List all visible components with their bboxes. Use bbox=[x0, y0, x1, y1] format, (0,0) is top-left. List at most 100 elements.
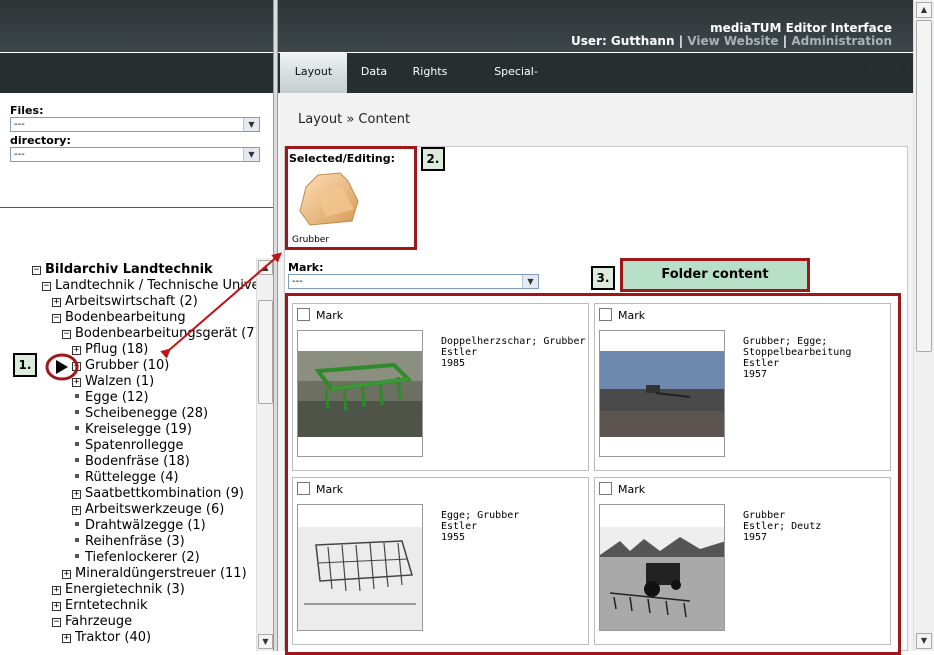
mark-label: Mark bbox=[618, 483, 646, 496]
tree-item[interactable]: + Pflug (18) bbox=[72, 342, 148, 358]
tree-item[interactable]: Scheibenegge (28) bbox=[72, 406, 208, 422]
tree-item[interactable]: + Saatbettkombination (9) bbox=[72, 486, 244, 502]
left-divider bbox=[0, 207, 273, 208]
item-thumbnail[interactable] bbox=[297, 504, 423, 631]
mark-checkbox[interactable] bbox=[599, 482, 612, 495]
folder-content-grid: Mark Doppelherzschar; Grubber Estler 198… bbox=[285, 293, 901, 655]
collapse-icon[interactable]: − bbox=[32, 266, 41, 275]
breadcrumb: Layout » Content bbox=[298, 112, 411, 127]
scroll-up-icon[interactable]: ▲ bbox=[916, 2, 932, 18]
expand-icon[interactable]: + bbox=[52, 586, 61, 595]
expand-icon[interactable]: + bbox=[72, 490, 81, 499]
item-thumbnail[interactable] bbox=[297, 330, 423, 457]
expand-icon[interactable]: + bbox=[62, 570, 71, 579]
scroll-thumb[interactable] bbox=[258, 300, 273, 404]
collapse-icon[interactable]: − bbox=[52, 314, 61, 323]
tree-item[interactable]: − Fahrzeuge bbox=[52, 614, 132, 630]
tree-item[interactable]: Spatenrollegge bbox=[72, 438, 184, 454]
collapse-icon[interactable]: − bbox=[62, 330, 71, 339]
mark-checkbox[interactable] bbox=[297, 308, 310, 321]
callout-2-badge: 2. bbox=[421, 147, 445, 171]
folder-icon[interactable] bbox=[296, 169, 366, 229]
tree-item[interactable]: + Mineraldüngerstreuer (11) bbox=[62, 566, 247, 582]
photo-image bbox=[600, 527, 724, 630]
left-toolbar-bar bbox=[0, 53, 273, 93]
collapse-icon[interactable]: − bbox=[42, 282, 51, 291]
administration-link[interactable]: Administration bbox=[791, 34, 892, 48]
mark-select[interactable]: --- ▼ bbox=[288, 274, 539, 289]
expand-icon[interactable]: + bbox=[62, 634, 71, 643]
tree-item[interactable]: + Arbeitswerkzeuge (6) bbox=[72, 502, 224, 518]
tree-item-label: Egge (12) bbox=[85, 390, 149, 405]
item-thumbnail[interactable] bbox=[599, 330, 725, 457]
chevron-down-icon[interactable]: ▼ bbox=[243, 148, 259, 161]
tree-item[interactable]: Egge (12) bbox=[72, 390, 149, 406]
tree-item[interactable]: + Erntetechnik bbox=[52, 598, 148, 614]
tree-item-label: Energietechnik (3) bbox=[65, 582, 185, 597]
tree-item[interactable]: + Arbeitswirtschaft (2) bbox=[52, 294, 198, 310]
tree-item-label: Drahtwälzegge (1) bbox=[85, 518, 206, 533]
bullet-icon bbox=[75, 474, 79, 478]
left-header-bar bbox=[0, 0, 273, 52]
bullet-icon bbox=[75, 522, 79, 526]
files-select[interactable]: --- ▼ bbox=[10, 117, 260, 132]
tree-item[interactable]: Kreiselegge (19) bbox=[72, 422, 192, 438]
photo-image bbox=[600, 351, 724, 437]
tree-item[interactable]: − Bodenbearbeitungsgerät (7) bbox=[62, 326, 256, 342]
tree-item[interactable]: Rüttelegge (4) bbox=[72, 470, 179, 486]
tab-special-functions[interactable]: Special-functions bbox=[470, 53, 562, 116]
tree-item-label: Bildarchiv Landtechnik bbox=[45, 262, 213, 277]
content-item[interactable]: Mark Grubber; Egge; Stoppelbearbeitung E… bbox=[594, 303, 891, 471]
tree-item-label: Scheibenegge (28) bbox=[85, 406, 209, 421]
tree-item[interactable]: + Grubber (10) bbox=[72, 358, 169, 374]
tree-item[interactable]: Reihenfräse (3) bbox=[72, 534, 185, 550]
tree-item[interactable]: Tiefenlockerer (2) bbox=[72, 550, 200, 566]
view-website-link[interactable]: View Website bbox=[687, 34, 778, 48]
content-item[interactable]: Mark Grubber Estler; Deutz 1957 bbox=[594, 477, 891, 645]
scroll-down-icon[interactable]: ▼ bbox=[258, 634, 273, 649]
bullet-icon bbox=[75, 442, 79, 446]
expand-icon[interactable]: + bbox=[52, 602, 61, 611]
tree-item[interactable]: − Bodenbearbeitung bbox=[52, 310, 186, 326]
separator: | bbox=[678, 34, 684, 48]
chevron-down-icon[interactable]: ▼ bbox=[522, 275, 538, 288]
collapse-icon[interactable]: − bbox=[52, 618, 61, 627]
tree-item[interactable]: Drahtwälzegge (1) bbox=[72, 518, 206, 534]
folder-content-label: Folder content bbox=[620, 258, 810, 292]
scroll-thumb[interactable] bbox=[916, 20, 932, 352]
content-item[interactable]: Mark Egge; Grubber Estler 1955 bbox=[292, 477, 589, 645]
tree-scrollbar[interactable]: ▲ ▼ bbox=[256, 258, 273, 651]
expand-icon[interactable]: + bbox=[72, 506, 81, 515]
selected-editing-box: Selected/Editing: Grubber bbox=[285, 146, 417, 250]
tab-rights[interactable]: Rights bbox=[408, 53, 452, 93]
tree-item-label: Bodenbearbeitungsgerät (7) bbox=[75, 326, 256, 341]
files-select-value: --- bbox=[14, 119, 25, 130]
tree-item[interactable]: + Walzen (1) bbox=[72, 374, 154, 390]
item-metadata: Grubber; Egge; Stoppelbearbeitung Estler… bbox=[743, 336, 852, 380]
chevron-down-icon[interactable]: ▼ bbox=[243, 118, 259, 131]
mark-label: Mark bbox=[316, 309, 344, 322]
tree-item-label: Saatbettkombination (9) bbox=[85, 486, 244, 501]
tab-layout[interactable]: Layout bbox=[280, 53, 347, 93]
scroll-up-icon[interactable]: ▲ bbox=[258, 260, 273, 275]
tree-item-label: Mineraldüngerstreuer (11) bbox=[75, 566, 247, 581]
tree-item[interactable]: + Traktor (40) bbox=[62, 630, 151, 646]
selected-folder-name: Grubber bbox=[292, 235, 330, 245]
tree-item[interactable]: − Bildarchiv Landtechnik bbox=[32, 262, 213, 278]
scroll-down-icon[interactable]: ▼ bbox=[916, 633, 932, 649]
item-thumbnail[interactable] bbox=[599, 504, 725, 631]
mark-checkbox[interactable] bbox=[297, 482, 310, 495]
bullet-icon bbox=[75, 538, 79, 542]
directory-select[interactable]: --- ▼ bbox=[10, 147, 260, 162]
tree-item-label: Bodenbearbeitung bbox=[65, 310, 186, 325]
tree-item[interactable]: Bodenfräse (18) bbox=[72, 454, 190, 470]
content-item[interactable]: Mark Doppelherzschar; Grubber Estler 198… bbox=[292, 303, 589, 471]
mark-select-value: --- bbox=[292, 276, 303, 287]
tree-item[interactable]: + Energietechnik (3) bbox=[52, 582, 185, 598]
tree-item[interactable]: − Landtechnik / Technische Univer bbox=[42, 278, 256, 294]
user-name: User: Gutthann bbox=[571, 34, 675, 48]
mark-checkbox[interactable] bbox=[599, 308, 612, 321]
expand-icon[interactable]: + bbox=[52, 298, 61, 307]
main-scrollbar[interactable]: ▲ ▼ bbox=[913, 0, 934, 651]
tab-data[interactable]: Data bbox=[356, 53, 392, 93]
